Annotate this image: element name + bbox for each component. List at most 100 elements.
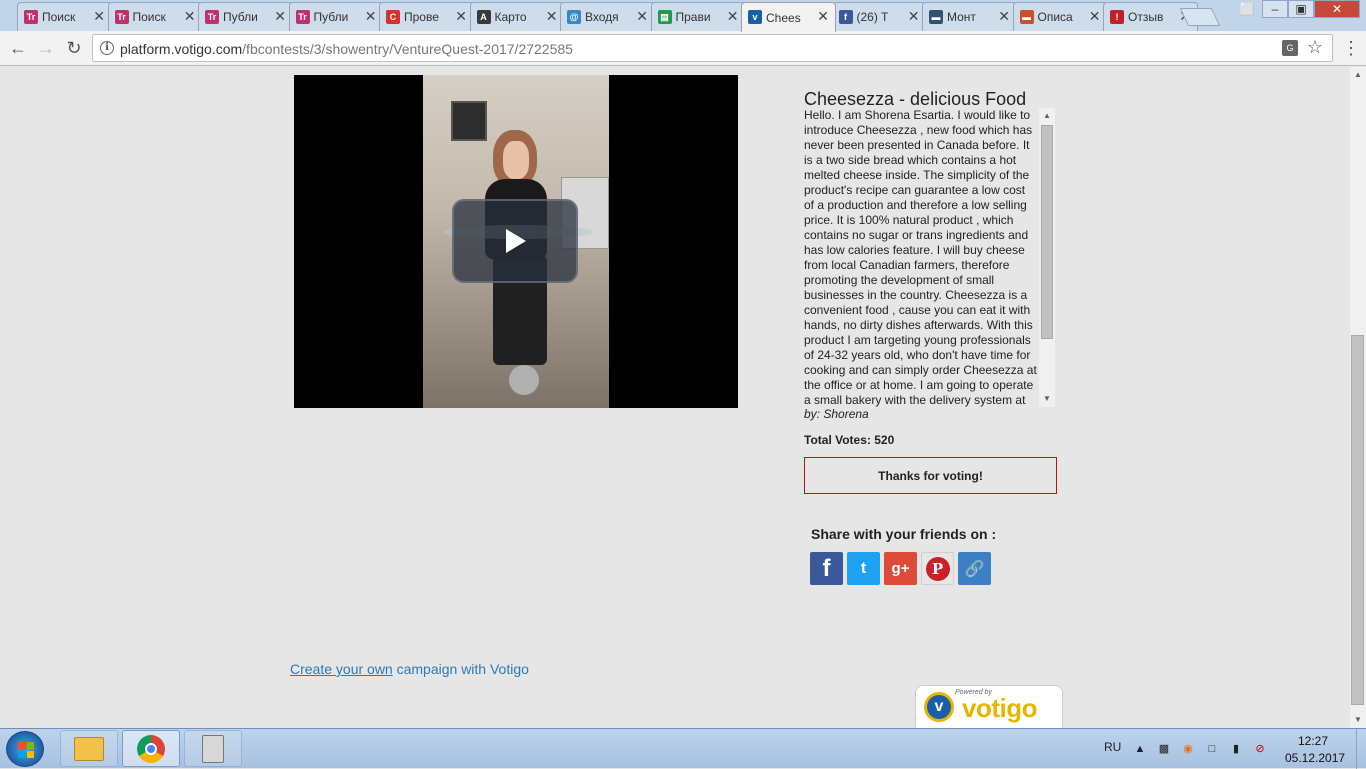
translate-icon[interactable]: G xyxy=(1282,40,1298,56)
page-viewport: Cheesezza - delicious Food Hello. I am S… xyxy=(0,67,1350,728)
pinterest-icon: P xyxy=(925,556,950,581)
total-votes: Total Votes: 520 xyxy=(804,433,894,447)
googleplus-share-button[interactable]: g+ xyxy=(884,552,917,585)
reload-button[interactable]: ↻ xyxy=(62,36,86,60)
tab-close-icon[interactable]: ✕ xyxy=(727,8,739,25)
powered-by-votigo-badge[interactable]: Powered by v votigo xyxy=(915,685,1063,728)
scroll-up-arrow-icon[interactable]: ▲ xyxy=(1039,108,1055,124)
tab-title: Прове xyxy=(404,10,439,24)
scroll-down-arrow-icon[interactable]: ▼ xyxy=(1039,391,1055,407)
browser-tab[interactable]: ▬ Монт ✕ xyxy=(922,2,1017,31)
browser-tab[interactable]: C Прове ✕ xyxy=(379,2,474,31)
chrome-menu-icon[interactable]: ⋮ xyxy=(1342,38,1360,58)
description-box[interactable]: Hello. I am Shorena Esartia. I would lik… xyxy=(804,108,1055,407)
votes-count: 520 xyxy=(874,433,895,447)
show-hidden-icons-icon[interactable]: ▲ xyxy=(1132,741,1148,757)
browser-tab[interactable]: f (26) T ✕ xyxy=(831,2,927,31)
tab-close-icon[interactable]: ✕ xyxy=(908,8,920,25)
tab-close-icon[interactable]: ✕ xyxy=(998,8,1010,25)
otzyv-icon: ! xyxy=(1110,10,1124,24)
tab-close-icon[interactable]: ✕ xyxy=(455,8,467,25)
tab-strip: Tr Поиск ✕ Tr Поиск ✕ Tr Публи ✕ Tr Публи ✕ C Прове ✕ A… xyxy=(0,0,1366,32)
info-icon[interactable]: i xyxy=(100,41,114,55)
tab-title: Отзыв xyxy=(1128,10,1164,24)
tab-close-icon[interactable]: ✕ xyxy=(274,8,286,25)
tray-avast-icon[interactable]: ◉ xyxy=(1180,741,1196,757)
windows-taskbar: RU ▲ ▩ ◉ □ ▮ ⊘ 12:27 05.12.2017 xyxy=(0,728,1366,769)
taskbar-explorer[interactable] xyxy=(60,730,118,767)
chrome-icon xyxy=(137,734,165,763)
tab-close-icon[interactable]: ✕ xyxy=(817,8,829,25)
car-red-icon: ▬ xyxy=(1019,10,1034,24)
url-host: platform.votigo.com xyxy=(120,41,243,57)
page-scroll-up-icon[interactable]: ▲ xyxy=(1350,67,1366,83)
facebook-share-button[interactable]: f xyxy=(810,552,843,585)
page-scroll-thumb[interactable] xyxy=(1351,335,1364,705)
tab-title: Прави xyxy=(675,10,711,24)
taskbar-chrome[interactable] xyxy=(122,730,180,767)
browser-tab[interactable]: @ Входя ✕ xyxy=(560,2,655,31)
tab-close-icon[interactable]: ✕ xyxy=(184,8,196,25)
clock-time[interactable]: 12:27 xyxy=(1298,734,1328,748)
browser-tab[interactable]: v Chees ✕ xyxy=(741,2,836,32)
bookmark-star-icon[interactable]: ☆ xyxy=(1307,37,1323,58)
description-scrollbar[interactable]: ▲ ▼ xyxy=(1039,108,1055,407)
play-icon[interactable] xyxy=(506,229,526,253)
tr-icon: Tr xyxy=(295,10,310,24)
browser-tab[interactable]: ▤ Прави ✕ xyxy=(650,2,746,31)
wall-picture xyxy=(451,101,487,141)
tab-title: Описа xyxy=(1037,10,1073,24)
twitter-share-button[interactable]: t xyxy=(847,552,880,585)
votigo-icon: v xyxy=(748,10,762,24)
sheets-icon: ▤ xyxy=(657,10,672,24)
tab-title: Chees xyxy=(766,10,801,25)
url-text[interactable]: platform.votigo.com/fbcontests/3/showent… xyxy=(120,41,573,57)
tab-title: (26) T xyxy=(856,10,889,24)
browser-tab[interactable]: A Карто ✕ xyxy=(469,2,565,31)
browser-tab[interactable]: Tr Публи ✕ xyxy=(288,2,384,31)
forward-button[interactable]: → xyxy=(34,36,58,60)
volume-muted-icon[interactable]: ⊘ xyxy=(1252,741,1268,757)
description-scroll-thumb[interactable] xyxy=(1041,125,1053,339)
tab-title: Карто xyxy=(494,10,527,24)
tray-usb-icon[interactable]: □ xyxy=(1204,741,1220,757)
create-campaign-text: Create your own campaign with Votigo xyxy=(290,661,529,677)
tr-icon: Tr xyxy=(205,10,219,24)
browser-tab[interactable]: Tr Поиск ✕ xyxy=(17,2,112,31)
maximize-button[interactable]: ▣ xyxy=(1288,0,1314,18)
video-player[interactable] xyxy=(294,75,738,408)
tray-app-icon[interactable]: ▩ xyxy=(1156,741,1172,757)
tab-close-icon[interactable]: ✕ xyxy=(636,8,648,25)
taskbar-calculator[interactable] xyxy=(184,730,242,767)
pinterest-share-button[interactable]: P xyxy=(921,552,954,585)
votigo-logo-icon: v xyxy=(924,692,954,722)
start-button[interactable] xyxy=(6,731,44,767)
browser-tab[interactable]: ▬ Описа ✕ xyxy=(1012,2,1108,31)
user-profile-icon[interactable]: ⬜ xyxy=(1236,0,1258,18)
tab-close-icon[interactable]: ✕ xyxy=(546,8,558,25)
close-window-button[interactable]: ✕ xyxy=(1314,0,1360,18)
browser-tab[interactable]: Tr Публи ✕ xyxy=(198,2,293,31)
share-title: Share with your friends on : xyxy=(811,526,997,542)
copy-link-button[interactable]: 🔗 xyxy=(958,552,991,585)
network-icon[interactable]: ▮ xyxy=(1228,741,1244,757)
page-scrollbar[interactable]: ▲ ▼ xyxy=(1350,67,1366,728)
browser-tab[interactable]: Tr Поиск ✕ xyxy=(107,2,203,31)
votigo-wordmark: votigo xyxy=(962,693,1038,723)
language-indicator[interactable]: RU xyxy=(1104,740,1121,754)
tab-close-icon[interactable]: ✕ xyxy=(1089,8,1101,25)
facebook-icon: f xyxy=(838,10,853,24)
thanks-for-voting-message: Thanks for voting! xyxy=(804,457,1057,494)
minimize-button[interactable]: – xyxy=(1262,0,1288,18)
tab-close-icon[interactable]: ✕ xyxy=(93,8,105,25)
tab-close-icon[interactable]: ✕ xyxy=(365,8,377,25)
tab-title: Входя xyxy=(585,10,619,24)
page-scroll-down-icon[interactable]: ▼ xyxy=(1350,712,1366,728)
address-bar[interactable]: i platform.votigo.com/fbcontests/3/showe… xyxy=(92,34,1333,62)
show-desktop-button[interactable] xyxy=(1356,729,1366,769)
create-your-own-link[interactable]: Create your own xyxy=(290,661,393,677)
clock-date[interactable]: 05.12.2017 xyxy=(1285,751,1345,765)
create-campaign-rest: campaign with Votigo xyxy=(392,661,529,677)
calculator-icon xyxy=(202,734,224,763)
back-button[interactable]: ← xyxy=(6,36,30,60)
